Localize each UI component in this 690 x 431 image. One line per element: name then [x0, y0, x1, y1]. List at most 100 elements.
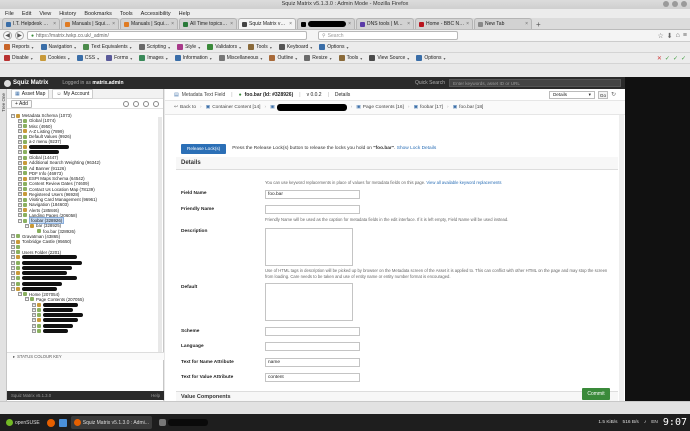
refresh-icon[interactable]: [123, 100, 129, 107]
status-colour-key[interactable]: ▸ STATUS COLOUR KEY: [7, 352, 164, 360]
new-tab-icon[interactable]: +: [533, 20, 544, 29]
maximize-button[interactable]: [672, 1, 678, 7]
username[interactable]: matrix.admin: [92, 80, 123, 86]
expand-node-icon[interactable]: +: [18, 192, 22, 197]
menu-item[interactable]: Help: [179, 11, 190, 17]
menu-item[interactable]: Tools: [120, 11, 133, 17]
screen-select[interactable]: Details ▾: [548, 90, 595, 99]
collapse-node-icon[interactable]: −: [18, 218, 22, 223]
browser-tab[interactable]: Squiz Matrix v5… ×: [238, 18, 296, 29]
tab-my-account[interactable]: ☺ My Account: [52, 88, 94, 99]
toolbar-tools[interactable]: Tools ▾: [338, 55, 362, 61]
show-lock-details-link[interactable]: Show Lock Details: [397, 146, 436, 151]
collapse-node-icon[interactable]: −: [11, 113, 15, 118]
expand-node-icon[interactable]: +: [18, 176, 22, 181]
description-textarea[interactable]: [265, 228, 353, 266]
expand-node-icon[interactable]: +: [32, 323, 36, 328]
friendly-name-input[interactable]: [265, 205, 360, 214]
check-icon[interactable]: ✓: [681, 55, 686, 62]
browser-tab[interactable]: I.T. Helpdesk Sel…×: [2, 18, 60, 29]
toolbar-images[interactable]: Images ▾: [139, 55, 168, 61]
expand-node-icon[interactable]: +: [11, 276, 15, 281]
toolbar-style[interactable]: Style ▾: [177, 44, 200, 50]
close-tab-icon[interactable]: ×: [171, 21, 174, 27]
breadcrumb-item[interactable]: ▣ Container Content [14]: [206, 105, 261, 110]
tree-node[interactable]: +: [11, 328, 161, 333]
go-button[interactable]: Go: [597, 90, 608, 99]
breadcrumb-item[interactable]: ▣ foo.bar [18]: [453, 105, 484, 110]
browser-tab[interactable]: New Tab ×: [474, 18, 532, 29]
start-menu-button[interactable]: openSUSE: [3, 416, 43, 429]
clock[interactable]: 9:07: [663, 417, 687, 428]
close-tab-icon[interactable]: ×: [112, 21, 115, 27]
browser-tab[interactable]: Manuals | Squiz… ×: [61, 18, 119, 29]
search-bar[interactable]: ⚲ Search: [318, 31, 458, 40]
close-tab-icon[interactable]: ×: [348, 21, 351, 27]
close-tab-icon[interactable]: ×: [53, 21, 56, 27]
toolbar-disable[interactable]: Disable ▾: [4, 55, 33, 61]
squiz-logo[interactable]: Squiz Matrix: [4, 79, 48, 87]
breadcrumb-item[interactable]: ▣ Page Contents [16]: [356, 105, 404, 110]
volume-icon[interactable]: ♪: [644, 420, 646, 425]
expand-node-icon[interactable]: +: [18, 118, 22, 123]
close-tab-icon[interactable]: ×: [289, 21, 292, 27]
collapse-node-icon[interactable]: −: [25, 297, 29, 302]
close-tab-icon[interactable]: ×: [525, 21, 528, 27]
home-icon[interactable]: ⌂: [676, 32, 680, 39]
menu-item[interactable]: Bookmarks: [84, 11, 112, 17]
bookmark-star-icon[interactable]: ☆: [658, 32, 664, 40]
menu-item[interactable]: Edit: [22, 11, 31, 17]
menu-item[interactable]: View: [39, 11, 51, 17]
expand-node-icon[interactable]: +: [11, 244, 15, 249]
browser-tab[interactable]: All Time topics - … ×: [179, 18, 237, 29]
close-tab-icon[interactable]: ×: [466, 21, 469, 27]
browser-tab[interactable]: Home - BBC News ×: [415, 18, 473, 29]
expand-node-icon[interactable]: +: [11, 234, 15, 239]
close-tab-icon[interactable]: ×: [407, 21, 410, 27]
files-launcher-icon[interactable]: [58, 418, 67, 427]
expand-node-icon[interactable]: +: [18, 187, 22, 192]
quick-search-input[interactable]: Enter keywords, asset ID or URL: [449, 79, 621, 87]
toolbar-keyboard[interactable]: Keyboard ▾: [278, 44, 312, 50]
add-button[interactable]: + Add: [11, 99, 32, 108]
expand-node-icon[interactable]: +: [18, 202, 22, 207]
toolbar-view-source[interactable]: View Source ▾: [369, 55, 409, 61]
menu-icon[interactable]: ≡: [683, 32, 687, 39]
refresh-icon[interactable]: ↻: [611, 91, 616, 98]
toolbar-options[interactable]: Options ▾: [416, 55, 446, 61]
url-bar[interactable]: ● https://matrix.twkp.co.uk/_admin/: [27, 31, 307, 40]
expand-node-icon[interactable]: +: [18, 181, 22, 186]
browser-tab[interactable]: DNS tools | Man… ×: [356, 18, 414, 29]
help-link[interactable]: Help: [151, 393, 160, 398]
commit-button[interactable]: Commit: [582, 388, 610, 400]
check-icon[interactable]: ✓: [665, 55, 670, 62]
collapse-node-icon[interactable]: −: [18, 292, 22, 297]
error-icon[interactable]: ✕: [657, 55, 662, 62]
breadcrumb-item[interactable]: ▣ foobar [17]: [413, 105, 442, 110]
toolbar-css[interactable]: CSS ▾: [76, 55, 99, 61]
expand-node-icon[interactable]: +: [18, 134, 22, 139]
expand-node-icon[interactable]: +: [18, 124, 22, 129]
asset-details-link[interactable]: Details: [335, 92, 350, 98]
close-button[interactable]: [681, 1, 687, 7]
expand-node-icon[interactable]: +: [18, 208, 22, 213]
task-other[interactable]: [156, 416, 211, 429]
language-input[interactable]: [265, 342, 360, 351]
toolbar-information[interactable]: Information ▾: [174, 55, 212, 61]
menu-item[interactable]: History: [59, 11, 76, 17]
menu-item[interactable]: File: [5, 11, 14, 17]
breadcrumb-item[interactable]: ▣: [270, 104, 347, 111]
expand-node-icon[interactable]: +: [18, 150, 22, 155]
toolbar-reports[interactable]: Reports ▾: [4, 44, 34, 50]
expand-node-icon[interactable]: +: [32, 313, 36, 318]
forward-arrow-icon[interactable]: ▶: [15, 31, 24, 40]
check-icon[interactable]: ✓: [673, 55, 678, 62]
locate-icon[interactable]: [143, 100, 149, 107]
expand-node-icon[interactable]: +: [32, 318, 36, 323]
expand-node-icon[interactable]: +: [32, 302, 36, 307]
toolbar-validators[interactable]: Validators ▾: [207, 44, 241, 50]
task-firefox[interactable]: Squiz Matrix v5.1.3.0 : Admi...: [70, 416, 152, 429]
toolbar-options[interactable]: Options ▾: [319, 44, 349, 50]
toolbar-forms[interactable]: Forms ▾: [106, 55, 132, 61]
tab-asset-map[interactable]: ▦ Asset Map: [11, 88, 50, 99]
